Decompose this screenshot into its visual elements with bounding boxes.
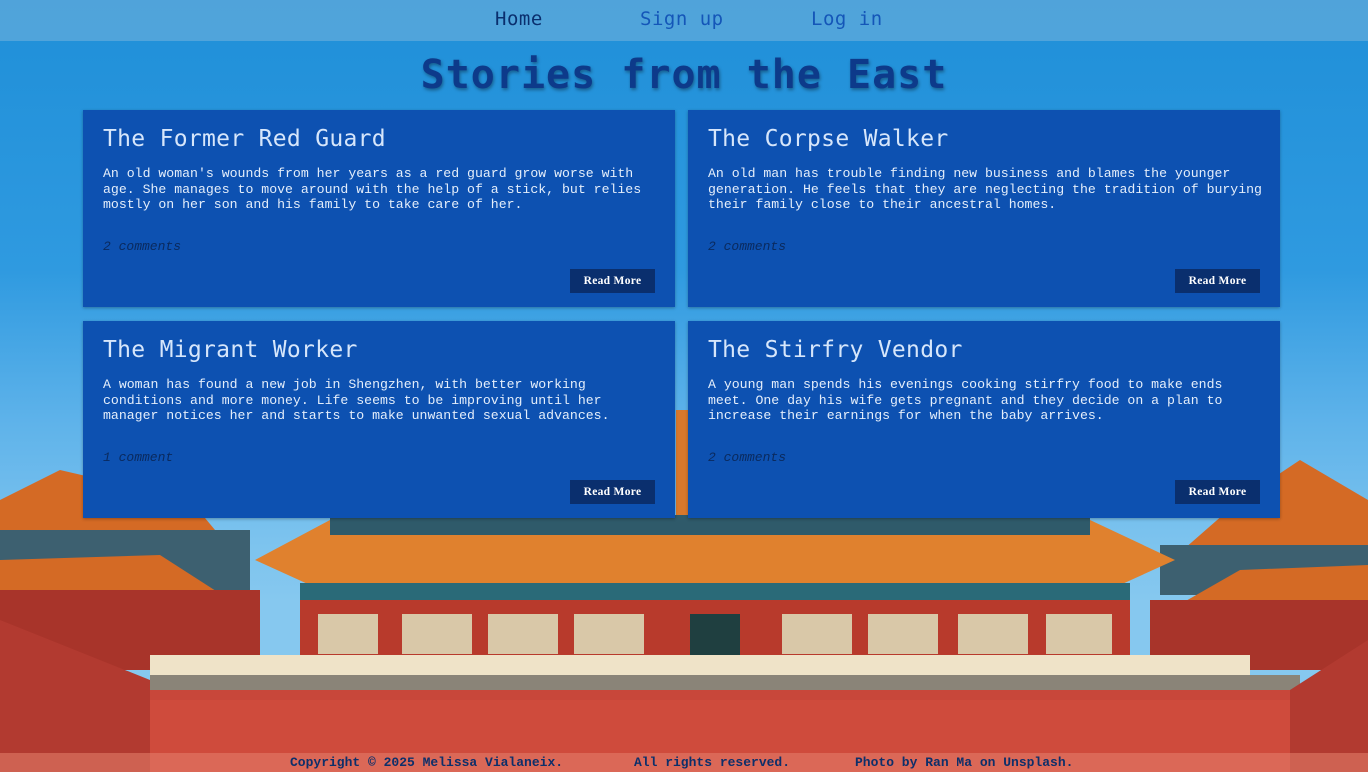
footer-copyright: Copyright © 2025 Melissa Vialaneix.: [290, 755, 564, 770]
story-card-former-red-guard: The Former Red Guard An old woman's woun…: [83, 110, 675, 307]
story-summary: A woman has found a new job in Shengzhen…: [103, 377, 610, 423]
footer-photo-credit[interactable]: Photo by Ran Ma on Unsplash.: [855, 755, 1073, 770]
story-summary: An old man has trouble finding new busin…: [708, 166, 1262, 212]
story-comments-count[interactable]: 2 comments: [103, 239, 181, 254]
story-title[interactable]: The Former Red Guard: [103, 126, 386, 152]
top-navigation: Home Sign up Log in: [0, 0, 1368, 41]
story-summary: A young man spends his evenings cooking …: [708, 377, 1223, 423]
nav-signup-link[interactable]: Sign up: [640, 8, 724, 30]
nav-home-link[interactable]: Home: [495, 8, 543, 30]
story-comments-count[interactable]: 1 comment: [103, 450, 173, 465]
nav-login-link[interactable]: Log in: [811, 8, 883, 30]
read-more-button[interactable]: Read More: [1175, 480, 1260, 504]
read-more-button[interactable]: Read More: [570, 480, 655, 504]
story-card-stirfry-vendor: The Stirfry Vendor A young man spends hi…: [688, 321, 1280, 518]
page-footer: Copyright © 2025 Melissa Vialaneix. All …: [0, 753, 1368, 772]
footer-rights: All rights reserved.: [634, 755, 791, 770]
story-card-migrant-worker: The Migrant Worker A woman has found a n…: [83, 321, 675, 518]
read-more-button[interactable]: Read More: [1175, 269, 1260, 293]
story-comments-count[interactable]: 2 comments: [708, 239, 786, 254]
story-title[interactable]: The Migrant Worker: [103, 337, 358, 363]
story-comments-count[interactable]: 2 comments: [708, 450, 786, 465]
story-card-corpse-walker: The Corpse Walker An old man has trouble…: [688, 110, 1280, 307]
story-summary: An old woman's wounds from her years as …: [103, 166, 642, 212]
read-more-button[interactable]: Read More: [570, 269, 655, 293]
story-title[interactable]: The Corpse Walker: [708, 126, 949, 152]
page-title: Stories from the East: [420, 52, 948, 98]
story-title[interactable]: The Stirfry Vendor: [708, 337, 963, 363]
